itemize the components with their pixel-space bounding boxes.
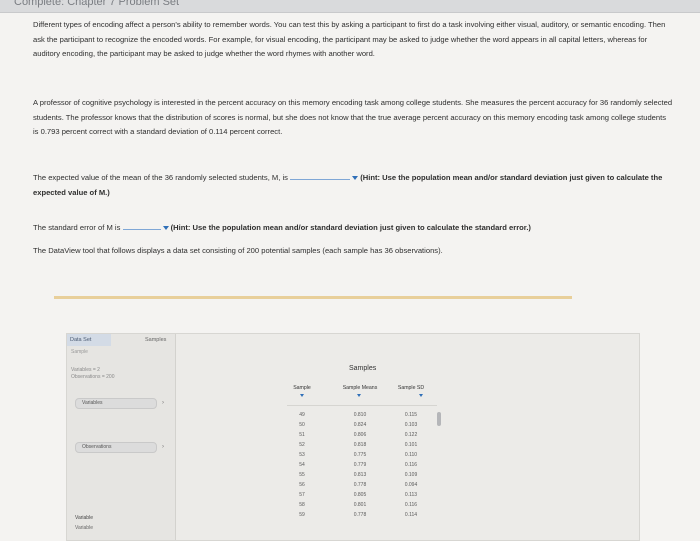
- sample-sd-cell: 0.113: [404, 492, 418, 498]
- observations-button-label: Observations: [82, 444, 112, 450]
- dataview-sidebar: Data Set Samples Sample Variables = 2 Ob…: [67, 334, 176, 540]
- question-standard-error: The standard error of M is (Hint: Use th…: [33, 220, 673, 236]
- dataview-tool: Data Set Samples Sample Variables = 2 Ob…: [66, 333, 640, 541]
- sample-mean-cell: 0.778: [353, 482, 367, 488]
- chevron-down-icon[interactable]: [162, 226, 169, 230]
- sort-arrow-icon[interactable]: [357, 394, 361, 397]
- sample-sd-cell: 0.110: [404, 452, 418, 458]
- sample-number-cell: 52: [299, 442, 305, 448]
- sample-sd-cell: 0.109: [404, 472, 418, 478]
- chevron-right-icon: ›: [162, 444, 164, 450]
- samples-title: Samples: [349, 365, 377, 372]
- chevron-right-icon: ›: [162, 400, 164, 406]
- variables-button[interactable]: Variables ›: [75, 398, 164, 409]
- sample-sd-cell: 0.114: [404, 512, 418, 518]
- sample-number-cell: 56: [299, 482, 305, 488]
- sample-mean-cell: 0.810: [353, 412, 367, 418]
- observations-info: Observations = 200: [71, 374, 115, 380]
- sample-mean-cell: 0.801: [353, 502, 367, 508]
- sample-sd-cell: 0.101: [404, 442, 418, 448]
- sample-sd-cell: 0.115: [404, 412, 418, 418]
- intro-paragraph-2: A professor of cognitive psychology is i…: [33, 98, 673, 136]
- variables-info: Variables = 2: [71, 367, 100, 373]
- expected-value-dropdown[interactable]: [290, 170, 351, 180]
- sample-mean-cell: 0.813: [353, 472, 367, 478]
- header-divider: [287, 405, 437, 406]
- sample-number-cell: 50: [299, 422, 305, 428]
- chevron-down-icon[interactable]: [352, 176, 359, 180]
- sample-number-cell: 51: [299, 432, 305, 438]
- sample-number-cell: 59: [299, 512, 305, 518]
- intro-paragraph-1: Different types of encoding affect a per…: [33, 20, 666, 58]
- sample-number-cell: 55: [299, 472, 305, 478]
- sample-number-cell: 49: [299, 412, 305, 418]
- sample-number-cell: 57: [299, 492, 305, 498]
- sample-sd-cell: 0.116: [404, 462, 418, 468]
- sort-arrow-icon[interactable]: [419, 394, 423, 397]
- sample-mean-cell: 0.778: [353, 512, 367, 518]
- sample-mean-cell: 0.806: [353, 432, 367, 438]
- sample-sd-cell: 0.116: [404, 502, 418, 508]
- sample-number-cell: 53: [299, 452, 305, 458]
- column-header-sample[interactable]: Sample: [287, 385, 317, 391]
- sample-mean-cell: 0.779: [353, 462, 367, 468]
- sample-sd-cell: 0.103: [404, 422, 418, 428]
- window-title: Complete: Chapter 7 Problem Set: [14, 0, 180, 8]
- column-header-sample-sd[interactable]: Sample SD: [391, 385, 431, 391]
- variables-button-label: Variables: [82, 400, 103, 406]
- section-divider: [54, 296, 572, 299]
- tab-data-set[interactable]: Data Set: [67, 334, 111, 346]
- column-header-sample-means[interactable]: Sample Means: [330, 385, 390, 391]
- observations-button[interactable]: Observations ›: [75, 442, 164, 453]
- sample-sd-cell: 0.094: [404, 482, 418, 488]
- sample-mean-cell: 0.805: [353, 492, 367, 498]
- standard-error-dropdown[interactable]: [122, 220, 161, 230]
- sample-mean-cell: 0.775: [353, 452, 367, 458]
- standard-error-hint: (Hint: Use the population mean and/or st…: [170, 223, 531, 232]
- sample-sd-cell: 0.122: [404, 432, 418, 438]
- question-expected-value-text: The expected value of the mean of the 36…: [33, 173, 288, 182]
- question-expected-value: The expected value of the mean of the 36…: [33, 170, 673, 200]
- variable-label: Variable: [75, 515, 93, 521]
- variable-value: Variable: [75, 525, 93, 531]
- dataview-intro: The DataView tool that follows displays …: [33, 246, 443, 255]
- sort-arrow-icon[interactable]: [300, 394, 304, 397]
- table-scrollbar[interactable]: [437, 412, 441, 426]
- question-standard-error-text: The standard error of M is: [33, 223, 121, 232]
- sample-mean-cell: 0.818: [353, 442, 367, 448]
- sample-number-cell: 54: [299, 462, 305, 468]
- sample-mean-cell: 0.824: [353, 422, 367, 428]
- sample-number-cell: 58: [299, 502, 305, 508]
- tab-samples[interactable]: Samples: [142, 334, 169, 346]
- sample-label: Sample: [71, 349, 88, 355]
- window-titlebar: Complete: Chapter 7 Problem Set: [0, 0, 700, 13]
